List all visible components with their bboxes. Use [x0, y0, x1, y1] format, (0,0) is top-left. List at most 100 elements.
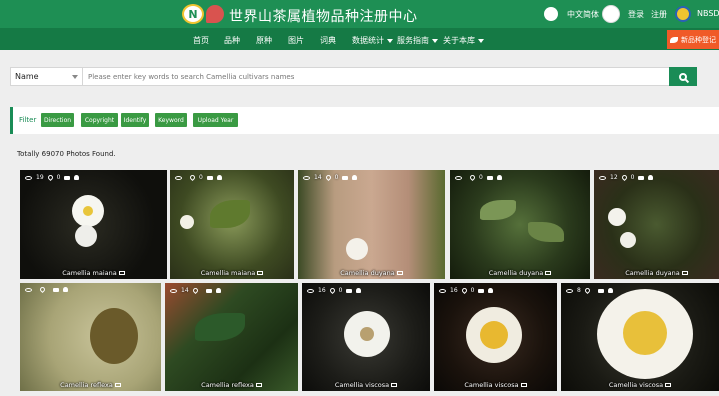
heart-icon[interactable]	[583, 286, 591, 295]
heart-icon[interactable]	[620, 173, 628, 182]
heart-icon[interactable]	[38, 285, 47, 294]
user-icon	[356, 288, 362, 293]
eye-icon	[439, 288, 446, 293]
filter-keyword-button[interactable]: Keyword	[155, 113, 187, 127]
search-button[interactable]	[669, 67, 697, 86]
user-icon	[215, 288, 221, 293]
folder-icon[interactable]	[396, 271, 403, 275]
photo-caption-text: Camellia duyana	[488, 269, 544, 277]
photo-caption: Camellia duyana	[298, 269, 445, 277]
nbsdc-logo-icon: N	[182, 4, 204, 24]
photo-views: 16	[318, 287, 326, 294]
nav-statistics[interactable]: 数据统计	[352, 35, 393, 46]
photo-card[interactable]: 14 Camellia reflexa	[165, 283, 298, 391]
photo-card[interactable]: 14 0 Camellia duyana	[298, 170, 445, 279]
flower-image	[620, 232, 636, 248]
photo-card[interactable]: 19 0 Camellia maiana	[20, 170, 167, 279]
nav-dictionary[interactable]: 词典	[320, 35, 336, 46]
folder-icon[interactable]	[391, 383, 398, 387]
chevron-down-icon	[387, 38, 393, 43]
heart-icon[interactable]	[188, 173, 197, 182]
photo-likes: 0	[334, 174, 339, 181]
user-avatar-icon[interactable]	[602, 5, 620, 23]
heart-icon[interactable]	[468, 173, 477, 182]
photo-caption-text: Camellia reflexa	[201, 381, 254, 389]
photo-card[interactable]: 16 0 Camellia viscosa	[434, 283, 557, 391]
camera-icon	[342, 175, 349, 180]
photo-card[interactable]: 0 Camellia duyana	[450, 170, 590, 279]
heart-icon[interactable]	[328, 286, 336, 295]
filter-copyright-button[interactable]: Copyright	[81, 113, 118, 127]
folder-icon[interactable]	[118, 271, 125, 275]
search-field-select[interactable]: Name	[11, 68, 83, 85]
photo-stats: 0	[175, 173, 222, 182]
photo-card[interactable]: 12 0 Camellia duyana	[594, 170, 719, 279]
photo-card[interactable]: 0 Camellia maiana	[170, 170, 294, 279]
fruit-image	[90, 308, 138, 364]
search-field-value: Name	[15, 72, 39, 81]
filter-direction-button[interactable]: Direction	[41, 113, 74, 127]
nav-cultivars[interactable]: 品种	[224, 35, 240, 46]
photo-caption-text: Camellia duyana	[340, 269, 395, 277]
folder-icon[interactable]	[681, 271, 688, 275]
heart-icon[interactable]	[191, 286, 199, 295]
heart-icon[interactable]	[46, 173, 54, 182]
user-icon	[496, 175, 502, 180]
nav-service-guide[interactable]: 服务指南	[397, 35, 438, 46]
photo-card[interactable]: 16 0 Camellia viscosa	[302, 283, 430, 391]
nav-images[interactable]: 图片	[288, 35, 304, 46]
folder-icon[interactable]	[520, 383, 527, 387]
photo-likes: 0	[630, 174, 635, 181]
folder-icon[interactable]	[257, 271, 264, 275]
camera-icon	[53, 287, 59, 292]
photo-stats: 14	[170, 286, 221, 295]
photo-caption: Camellia maiana	[20, 269, 167, 277]
eye-icon	[566, 288, 573, 293]
nav-home[interactable]: 首页	[193, 35, 209, 46]
photo-caption-text: Camellia viscosa	[464, 381, 519, 389]
search-input[interactable]	[84, 68, 670, 85]
login-link[interactable]: 登录	[628, 9, 644, 20]
folder-icon[interactable]	[114, 383, 121, 387]
folder-icon[interactable]	[255, 383, 262, 387]
results-prefix: Totally	[17, 150, 40, 158]
nav-species[interactable]: 原种	[256, 35, 272, 46]
register-cultivar-button[interactable]: 新品种登记	[667, 30, 719, 49]
photo-caption-text: Camellia maiana	[200, 269, 256, 277]
language-switch[interactable]: 中文简体	[567, 9, 599, 20]
user-icon	[648, 175, 654, 180]
flower-image	[75, 225, 97, 247]
top-header: N 世界山茶属植物品种注册中心 中文简体 登录 注册 NBSDC	[0, 0, 719, 28]
register-link[interactable]: 注册	[651, 9, 667, 20]
filter-bar: Filter Direction Copyright Identify Keyw…	[10, 107, 719, 134]
photo-card[interactable]: Camellia reflexa	[20, 283, 161, 391]
flower-image	[346, 238, 368, 260]
chevron-down-icon	[72, 75, 78, 79]
nbsdc-link[interactable]: NBSDC	[697, 9, 719, 18]
photo-views: 14	[314, 174, 322, 181]
photo-views: 19	[36, 174, 44, 181]
filter-identify-button[interactable]: Identify	[121, 113, 149, 127]
folder-icon[interactable]	[665, 383, 672, 387]
site-logo[interactable]: N	[182, 4, 224, 24]
site-title: 世界山茶属植物品种注册中心	[229, 9, 418, 25]
photo-views: 8	[577, 287, 581, 294]
leaf-image	[210, 200, 250, 228]
photo-caption: Camellia maiana	[170, 269, 294, 277]
filter-upload-year-button[interactable]: Upload Year	[193, 113, 238, 127]
photo-caption: Camellia viscosa	[561, 381, 719, 389]
heart-icon[interactable]	[460, 286, 468, 295]
nav-statistics-label: 数据统计	[352, 36, 384, 45]
eye-icon	[25, 287, 32, 292]
photo-stats: 14 0	[303, 173, 358, 182]
photo-likes: 0	[56, 174, 61, 181]
photo-caption-text: Camellia duyana	[625, 269, 680, 277]
heart-icon[interactable]	[324, 173, 332, 182]
globe-icon[interactable]	[544, 7, 558, 21]
chevron-down-icon	[432, 38, 438, 43]
filter-label: Filter	[19, 116, 37, 124]
nav-about[interactable]: 关于本库	[443, 35, 484, 46]
user-icon	[488, 288, 494, 293]
folder-icon[interactable]	[545, 271, 552, 275]
photo-card[interactable]: 8 Camellia viscosa	[561, 283, 719, 391]
